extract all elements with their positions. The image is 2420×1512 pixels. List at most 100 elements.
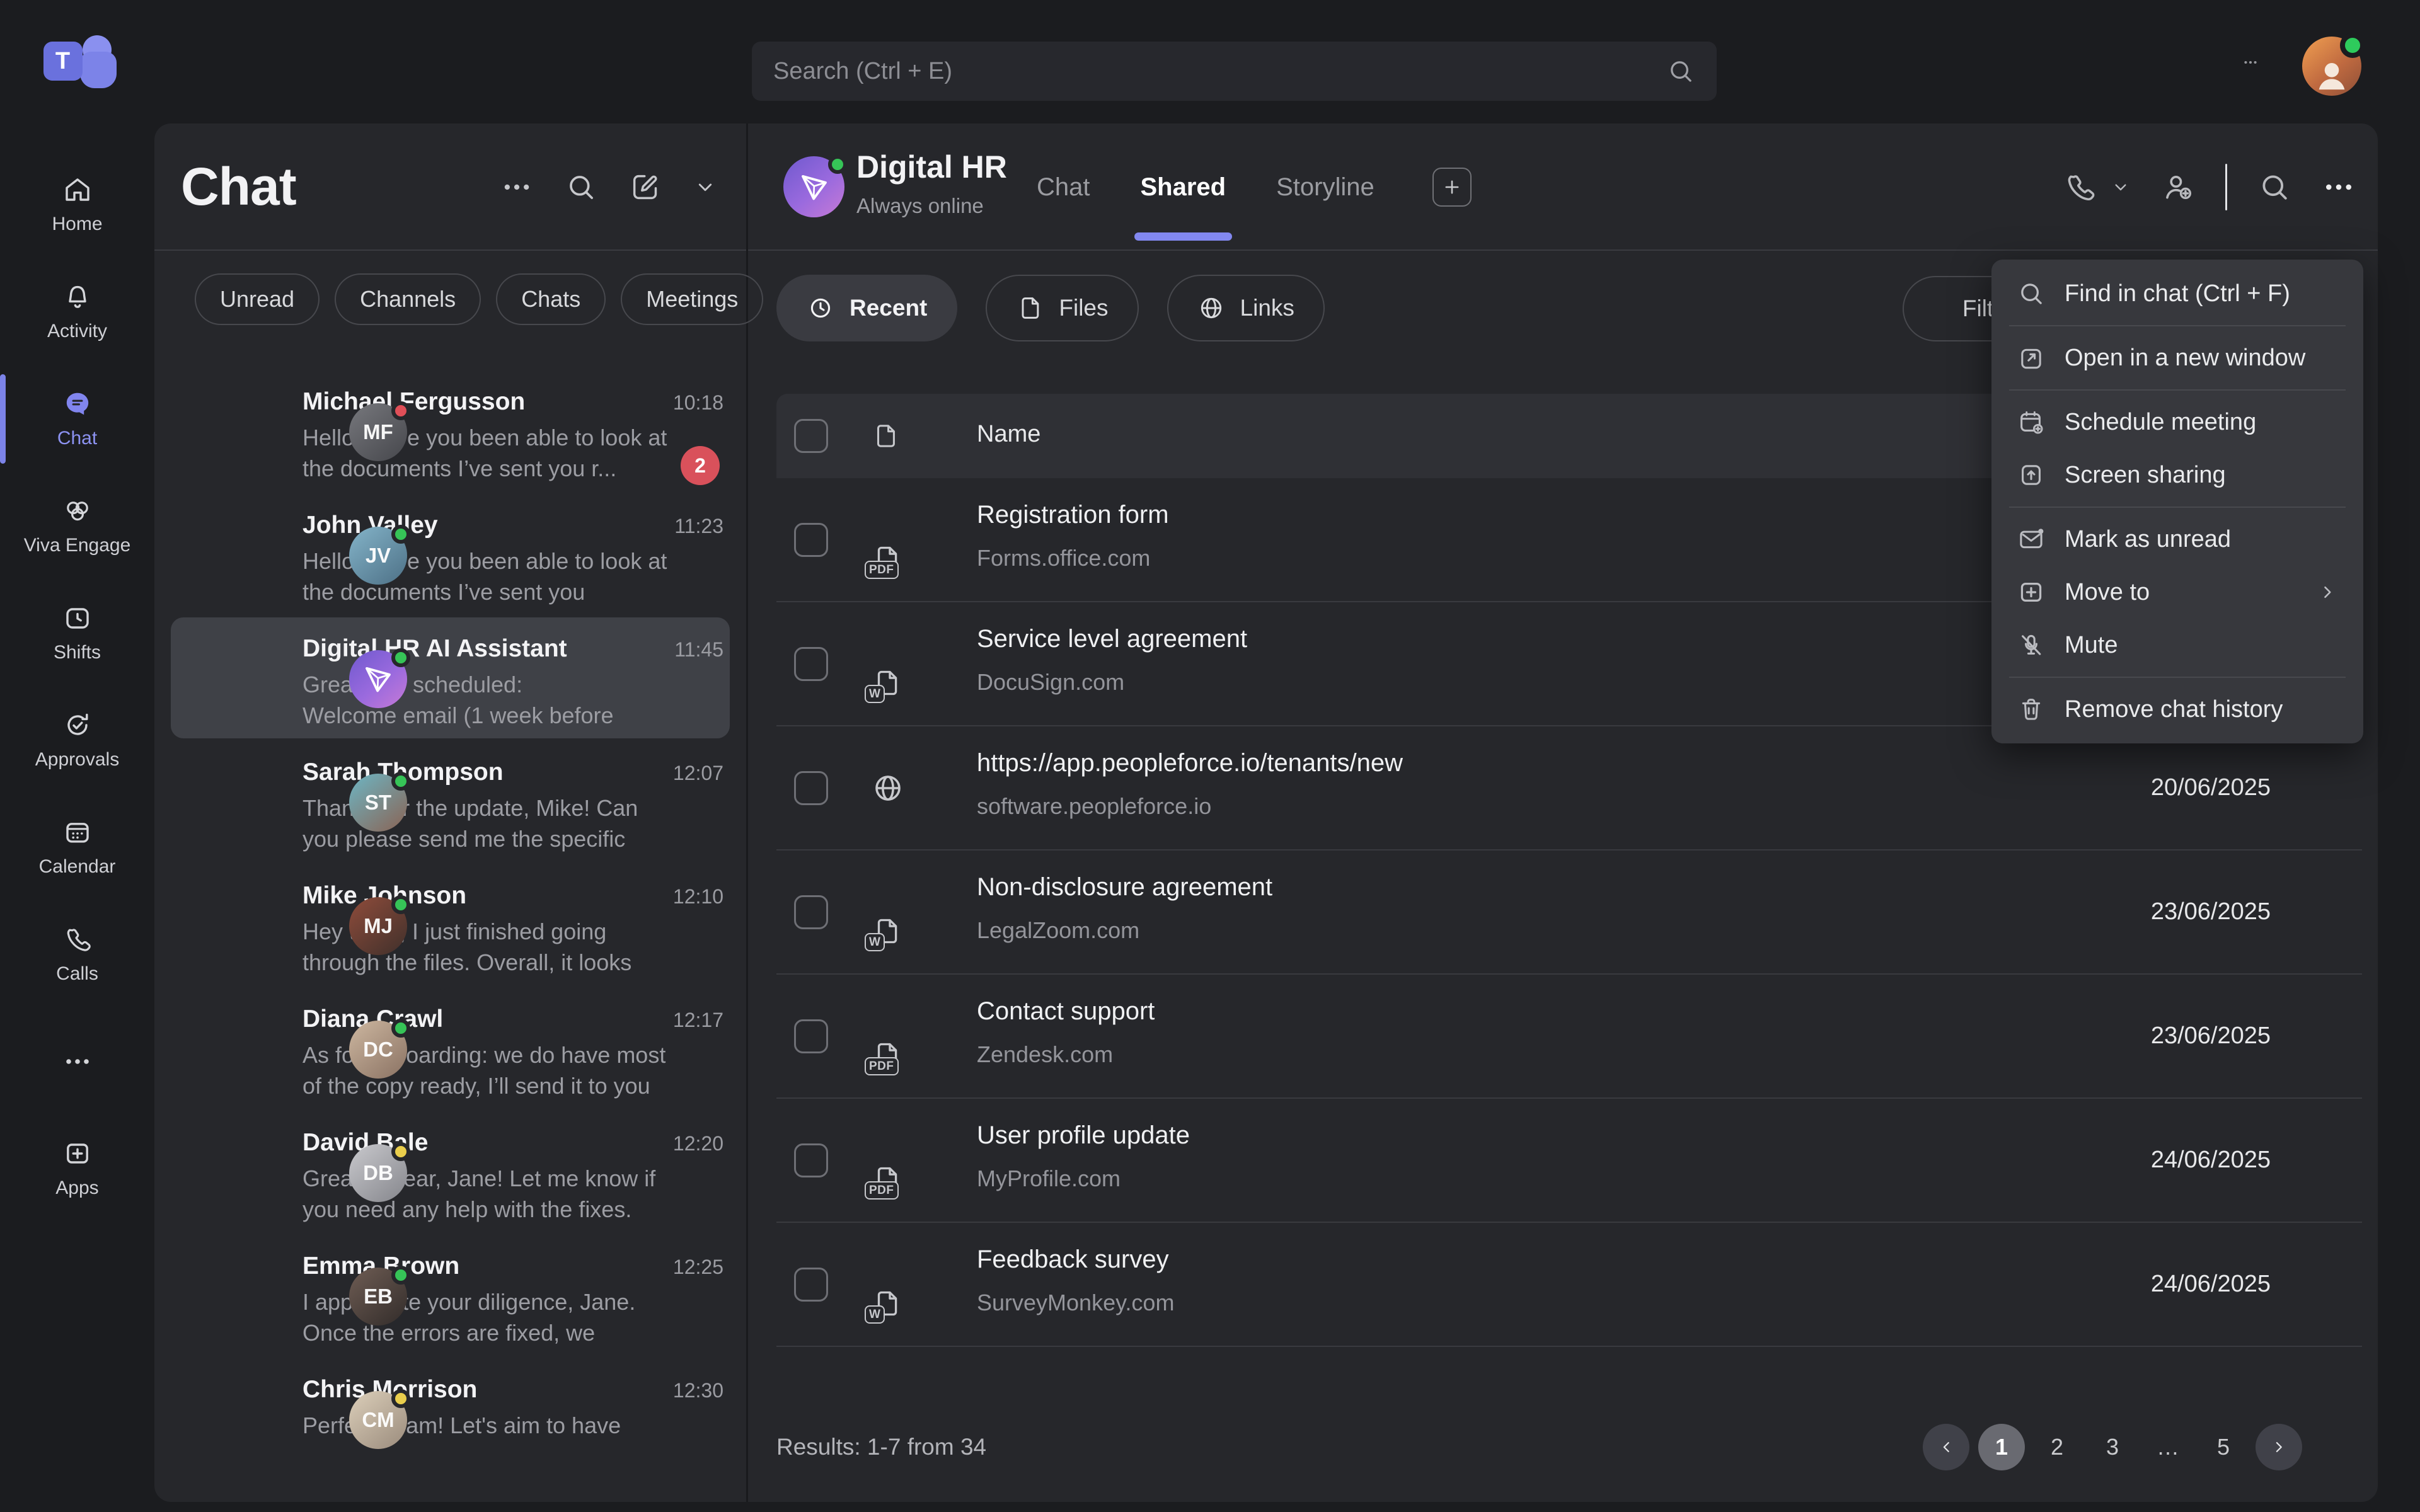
rail-item-chat[interactable]: Chat [0, 365, 154, 472]
chat-panel-header: Chat [154, 123, 746, 251]
tab-chat[interactable]: Chat [1037, 123, 1090, 251]
chip-meetings[interactable]: Meetings [621, 273, 763, 325]
page-3-button[interactable]: 3 [2089, 1424, 2136, 1470]
select-all-checkbox[interactable] [794, 419, 828, 453]
add-people-button[interactable] [2161, 170, 2195, 204]
call-button[interactable] [2063, 170, 2097, 204]
table-row[interactable]: PDF Contact support Zendesk.com 23/06/20… [776, 975, 2362, 1099]
presence-available-dot [828, 155, 847, 174]
new-chat-button[interactable] [629, 171, 662, 203]
chat-item[interactable]: EB Emma Brown12:25 I appreciate your dil… [154, 1234, 746, 1357]
chat-more-button[interactable] [500, 171, 533, 203]
row-checkbox[interactable] [794, 1019, 828, 1053]
chat-list-panel: Chat Unread Channels Chats Meetings MF [154, 123, 746, 1502]
rail-item-apps[interactable]: Apps [0, 1115, 154, 1222]
teams-logo-icon[interactable]: T [40, 33, 115, 93]
chip-channels[interactable]: Channels [335, 273, 481, 325]
chat-item[interactable]: DB David Bale12:20 Great to hear, Jane! … [154, 1110, 746, 1234]
file-source: Zendesk.com [977, 1041, 1113, 1068]
row-checkbox[interactable] [794, 523, 828, 557]
chat-search-button[interactable] [565, 171, 597, 203]
search-input[interactable]: Search (Ctrl + E) [752, 42, 1717, 101]
rail-item-approvals[interactable]: Approvals [0, 687, 154, 794]
chip-unread[interactable]: Unread [195, 273, 320, 325]
topbar-more-button[interactable] [2232, 54, 2269, 71]
rail-item-viva-engage[interactable]: Viva Engage [0, 472, 154, 580]
file-name[interactable]: Service level agreement [977, 625, 1247, 653]
file-name[interactable]: Non-disclosure agreement [977, 873, 1272, 902]
file-name[interactable]: User profile update [977, 1121, 1190, 1150]
chat-item[interactable]: DC Diana Crawl12:17 As for onboarding: w… [154, 987, 746, 1110]
menu-item-schedule-meeting[interactable]: Schedule meeting [1991, 396, 2363, 449]
chat-name: Emma Brown [302, 1252, 662, 1280]
link-url[interactable]: https://app.peopleforce.io/tenants/new [977, 749, 1403, 777]
pill-recent[interactable]: Recent [776, 275, 957, 341]
row-checkbox[interactable] [794, 895, 828, 929]
row-checkbox[interactable] [794, 647, 828, 681]
find-in-chat-button[interactable] [2257, 170, 2291, 204]
row-checkbox[interactable] [794, 771, 828, 805]
tab-shared[interactable]: Shared [1141, 123, 1226, 251]
digital-hr-avatar[interactable] [783, 156, 844, 217]
rail-more-button[interactable] [0, 1008, 154, 1115]
page-1-button[interactable]: 1 [1978, 1424, 2025, 1470]
menu-divider [2009, 389, 2346, 391]
file-source: SurveyMonkey.com [977, 1290, 1174, 1316]
search-icon [2017, 279, 2046, 308]
prev-page-button[interactable] [1923, 1424, 1969, 1470]
rail-item-calendar[interactable]: Calendar [0, 794, 154, 901]
chat-item[interactable]: JV John Valley11:23 Hello! Have you been… [154, 493, 746, 616]
avatar: MF [349, 403, 407, 461]
call-options-chevron-icon[interactable] [2111, 177, 2131, 197]
row-checkbox[interactable] [794, 1143, 828, 1177]
table-row[interactable]: W Feedback survey SurveyMonkey.com 24/06… [776, 1223, 2362, 1347]
rail-item-shifts[interactable]: Shifts [0, 580, 154, 687]
menu-item-find-in-chat[interactable]: Find in chat (Ctrl + F) [1991, 267, 2363, 320]
menu-item-screen-sharing[interactable]: Screen sharing [1991, 449, 2363, 501]
rail-label: Approvals [35, 749, 119, 770]
file-type-icon [871, 421, 900, 450]
page-5-button[interactable]: 5 [2200, 1424, 2247, 1470]
chip-chats[interactable]: Chats [496, 273, 606, 325]
chat-item[interactable]: MJ Mike Johnson12:10 Hey team, I just fi… [154, 863, 746, 987]
viva-engage-icon [62, 496, 93, 526]
user-avatar[interactable] [2302, 37, 2361, 96]
file-source: LegalZoom.com [977, 917, 1139, 944]
chat-item[interactable]: MF Michael Fergusson10:18 Hello! Have yo… [154, 369, 746, 493]
mail-unread-icon [2017, 525, 2046, 554]
chat-item[interactable]: CM Chris Morrison12:30 Perfect, team! Le… [154, 1357, 746, 1480]
page-2-button[interactable]: 2 [2034, 1424, 2080, 1470]
chevron-down-icon[interactable] [693, 175, 717, 199]
pagination: 1 2 3 … 5 [1923, 1424, 2302, 1470]
file-name[interactable]: Contact support [977, 997, 1155, 1026]
rail-item-calls[interactable]: Calls [0, 901, 154, 1008]
menu-item-mark-as-unread[interactable]: Mark as unread [1991, 513, 2363, 566]
rail-item-home[interactable]: Home [0, 151, 154, 258]
menu-divider [2009, 507, 2346, 508]
table-row[interactable]: W Non-disclosure agreement LegalZoom.com… [776, 850, 2362, 975]
add-tab-button[interactable] [1432, 168, 1472, 207]
file-name[interactable]: Registration form [977, 501, 1169, 529]
tab-storyline[interactable]: Storyline [1276, 123, 1374, 251]
chat-time: 12:10 [673, 885, 723, 908]
menu-item-open-new-window[interactable]: Open in a new window [1991, 331, 2363, 384]
chat-item[interactable]: ST Sarah Thompson12:07 Thanks for the up… [154, 740, 746, 863]
tron-logo-icon [797, 170, 831, 204]
pill-files[interactable]: Files [986, 275, 1138, 341]
approvals-icon [62, 710, 93, 740]
chat-item-selected[interactable]: Digital HR AI Assistant11:45 Great! I've… [154, 616, 746, 740]
rail-item-activity[interactable]: Activity [0, 258, 154, 365]
table-row[interactable]: https://app.peopleforce.io/tenants/new s… [776, 726, 2362, 850]
teams-app: T Home Activity Chat Viva Engage Shifts … [0, 0, 2420, 1512]
menu-item-move-to[interactable]: Move to [1991, 566, 2363, 619]
next-page-button[interactable] [2256, 1424, 2302, 1470]
row-checkbox[interactable] [794, 1268, 828, 1302]
menu-item-remove-chat-history[interactable]: Remove chat history [1991, 683, 2363, 736]
file-name[interactable]: Feedback survey [977, 1246, 1169, 1274]
table-row[interactable]: PDF User profile update MyProfile.com 24… [776, 1099, 2362, 1223]
menu-item-mute[interactable]: Mute [1991, 619, 2363, 672]
chat-time: 12:25 [673, 1256, 723, 1279]
conversation-more-button[interactable] [2322, 170, 2356, 204]
pill-links[interactable]: Links [1167, 275, 1325, 341]
chat-name: Mike Johnson [302, 882, 662, 910]
